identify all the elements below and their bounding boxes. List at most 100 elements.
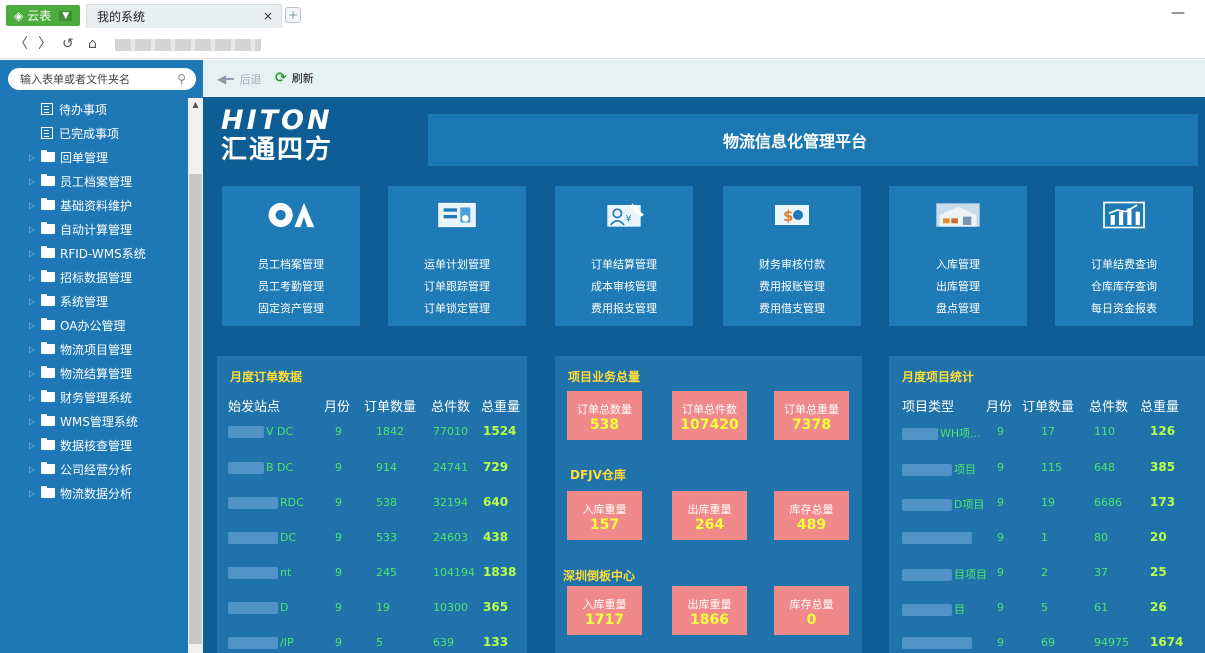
money-icon[interactable]: $ [767, 197, 817, 233]
metric-label: 订单总重量 [784, 403, 839, 416]
origin-site[interactable]: B DC [228, 461, 293, 474]
sidebar-item[interactable]: ▷ WMS管理系统 [0, 410, 138, 432]
module-link[interactable]: 出库管理 [889, 276, 1027, 298]
sidebar-item[interactable]: ▷ 员工档案管理 [0, 170, 132, 192]
expand-arrow-icon[interactable]: ▷ [29, 249, 41, 258]
sidebar-item[interactable]: ▷ 物流数据分析 [0, 482, 132, 504]
chart-report-icon[interactable] [1099, 197, 1149, 233]
metric-label: 库存总量 [789, 503, 834, 516]
sidebar-item[interactable]: ▷ 物流结算管理 [0, 362, 132, 384]
sidebar-item[interactable]: ▷ 系统管理 [0, 290, 108, 312]
piece-count: 110 [1094, 425, 1115, 438]
module-link[interactable]: 员工考勤管理 [222, 276, 360, 298]
app-menu-button[interactable]: ◈ 云表 ▼ [6, 5, 81, 26]
sidebar-item[interactable]: ▷ OA办公管理 [0, 314, 125, 336]
project-type[interactable]: 项目 [902, 461, 976, 477]
origin-site[interactable]: nt [228, 566, 291, 579]
expand-arrow-icon[interactable]: ▷ [29, 465, 41, 474]
module-link[interactable]: 费用报支管理 [555, 298, 693, 320]
settlement-doc-icon[interactable]: ¥ [599, 197, 649, 233]
expand-arrow-icon[interactable]: ▷ [29, 177, 41, 186]
address-bar[interactable] [115, 39, 261, 51]
module-link[interactable]: 仓库库存查询 [1055, 276, 1193, 298]
expand-arrow-icon[interactable]: ▷ [29, 369, 41, 378]
sidebar-item[interactable]: ▷ 回单管理 [0, 146, 108, 168]
back-icon: ◀━ [217, 72, 234, 86]
sidebar-item[interactable]: ▷ 财务管理系统 [0, 386, 132, 408]
project-type[interactable]: 目项目 [902, 566, 987, 582]
module-link[interactable]: 订单结算管理 [555, 254, 693, 276]
forward-arrow-icon[interactable]: 〉 [38, 36, 52, 52]
module-link[interactable]: 员工档案管理 [222, 254, 360, 276]
module-link[interactable]: 订单跟踪管理 [388, 276, 526, 298]
minimize-button[interactable]: — [1171, 5, 1185, 21]
expand-arrow-icon[interactable]: ▷ [29, 417, 41, 426]
module-link[interactable]: 入库管理 [889, 254, 1027, 276]
month-value: 9 [997, 425, 1004, 438]
sidebar-item[interactable]: ▷ RFID-WMS系统 [0, 242, 146, 264]
new-tab-button[interactable]: + [285, 7, 301, 23]
sidebar-item-label: 招标数据管理 [60, 270, 133, 285]
sidebar-item[interactable]: 待办事项 [0, 98, 107, 120]
project-type[interactable]: WH项... [902, 425, 981, 441]
sidebar-item[interactable]: ▷ 自动计算管理 [0, 218, 132, 240]
project-type[interactable] [902, 636, 974, 649]
expand-arrow-icon[interactable]: ▷ [29, 273, 41, 282]
module-link[interactable]: 每日资金报表 [1055, 298, 1193, 320]
origin-site[interactable]: D [228, 601, 288, 614]
sidebar-item[interactable]: ▷ 物流项目管理 [0, 338, 132, 360]
module-link[interactable]: 成本审核管理 [555, 276, 693, 298]
sidebar-item[interactable]: ▷ 数据核查管理 [0, 434, 132, 456]
search-input[interactable]: 输入表单或者文件夹名 ⚲ [8, 68, 196, 90]
sidebar-item[interactable]: 已完成事项 [0, 122, 119, 144]
expand-arrow-icon[interactable]: ▷ [29, 441, 41, 450]
back-button[interactable]: ◀━ 后退 [217, 71, 261, 87]
reload-icon[interactable]: ↺ [62, 36, 74, 52]
origin-site[interactable]: V DC [228, 425, 293, 438]
tab-my-system[interactable]: 我的系统 × [86, 4, 282, 28]
expand-arrow-icon[interactable]: ▷ [29, 345, 41, 354]
search-icon[interactable]: ⚲ [177, 72, 186, 86]
sidebar-item-label: 公司经营分析 [60, 462, 133, 477]
origin-site[interactable]: DC [228, 531, 296, 544]
back-arrow-icon[interactable]: 〈 [14, 36, 28, 52]
transport-plan-icon[interactable] [432, 197, 482, 233]
refresh-button[interactable]: ⟳ 刷新 [275, 70, 314, 86]
project-type[interactable]: D项目 [902, 496, 984, 512]
module-link[interactable]: 财务审核付款 [723, 254, 861, 276]
close-icon[interactable]: × [263, 9, 273, 23]
expand-arrow-icon[interactable]: ▷ [29, 321, 41, 330]
sidebar-item[interactable]: ▷ 公司经营分析 [0, 458, 132, 480]
home-icon[interactable]: ⌂ [88, 36, 97, 52]
month-value: 9 [335, 531, 342, 544]
expand-arrow-icon[interactable]: ▷ [29, 153, 41, 162]
module-link[interactable]: 运单计划管理 [388, 254, 526, 276]
origin-site[interactable]: RDC [228, 496, 304, 509]
origin-site[interactable]: /IP [228, 636, 294, 649]
folder-icon [41, 414, 55, 426]
metric-value: 489 [796, 517, 827, 533]
module-link[interactable]: 费用借支管理 [723, 298, 861, 320]
oa-logo-icon[interactable] [266, 197, 316, 233]
module-link[interactable]: 订单结费查询 [1055, 254, 1193, 276]
scrollbar-thumb[interactable] [189, 174, 202, 644]
module-link[interactable]: 盘点管理 [889, 298, 1027, 320]
sidebar-item-label: WMS管理系统 [60, 414, 138, 429]
order-count: 1842 [376, 425, 404, 438]
expand-arrow-icon[interactable]: ▷ [29, 393, 41, 402]
expand-arrow-icon[interactable]: ▷ [29, 297, 41, 306]
project-type[interactable]: 目 [902, 601, 965, 617]
expand-arrow-icon[interactable]: ▷ [29, 225, 41, 234]
module-link[interactable]: 费用报账管理 [723, 276, 861, 298]
sidebar-scrollbar[interactable]: ▲ [188, 98, 203, 653]
expand-arrow-icon[interactable]: ▷ [29, 201, 41, 210]
module-link[interactable]: 固定资产管理 [222, 298, 360, 320]
sidebar-item[interactable]: ▷ 招标数据管理 [0, 266, 132, 288]
warehouse-icon[interactable] [933, 197, 983, 233]
expand-arrow-icon[interactable]: ▷ [29, 489, 41, 498]
scroll-up-icon[interactable]: ▲ [188, 98, 203, 112]
sidebar-item[interactable]: ▷ 基础资料维护 [0, 194, 132, 216]
project-type[interactable] [902, 531, 974, 544]
module-link[interactable]: 订单锁定管理 [388, 298, 526, 320]
redacted-text [902, 532, 972, 544]
